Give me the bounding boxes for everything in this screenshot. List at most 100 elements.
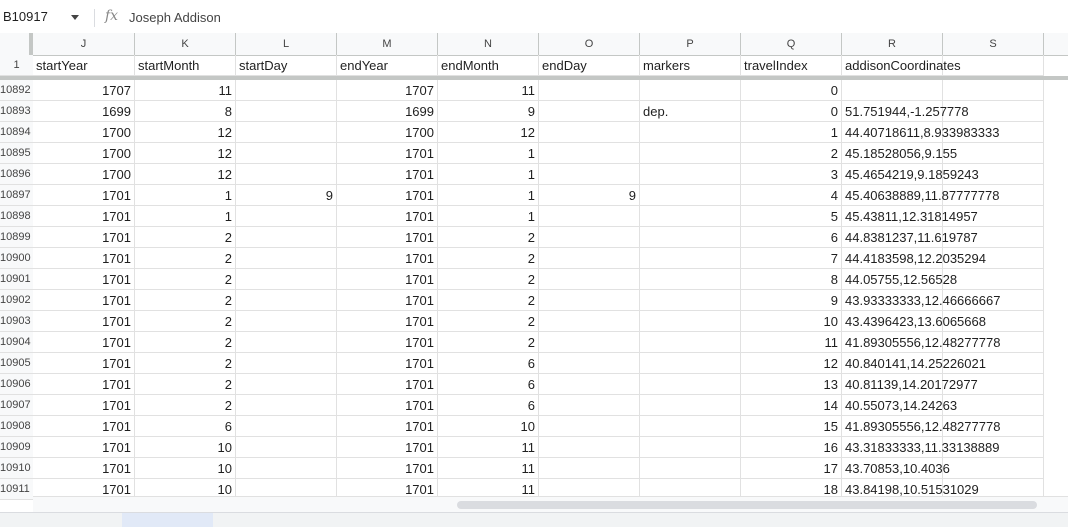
cell[interactable]: 1701 xyxy=(33,269,135,290)
cell[interactable]: 1 xyxy=(438,143,539,164)
formula-input[interactable]: Joseph Addison xyxy=(129,10,221,25)
cell[interactable] xyxy=(943,395,1044,416)
cell[interactable] xyxy=(236,458,337,479)
cell[interactable]: 2 xyxy=(135,248,236,269)
cell[interactable] xyxy=(236,101,337,122)
cell[interactable]: 41.89305556,12.48277778 xyxy=(842,332,1000,353)
cell[interactable] xyxy=(640,227,741,248)
cell[interactable] xyxy=(640,332,741,353)
cell[interactable]: 1707 xyxy=(337,80,438,101)
cell[interactable]: 2 xyxy=(438,227,539,248)
cell[interactable]: 1 xyxy=(438,185,539,206)
cell[interactable]: 1701 xyxy=(33,332,135,353)
cell[interactable]: 1 xyxy=(741,122,842,143)
cell[interactable]: 44.4183598,12.2035294 xyxy=(842,248,986,269)
cell[interactable] xyxy=(640,185,741,206)
header-cell[interactable]: startYear xyxy=(33,55,135,76)
cell[interactable]: 9 xyxy=(438,101,539,122)
cell[interactable] xyxy=(236,269,337,290)
row-header[interactable]: 10895 xyxy=(0,143,33,164)
cell[interactable]: 2 xyxy=(741,143,842,164)
cell[interactable]: 5 xyxy=(741,206,842,227)
cell[interactable]: 11 xyxy=(741,332,842,353)
row-header[interactable]: 10904 xyxy=(0,332,33,353)
cell[interactable]: 40.55073,14.24263 xyxy=(842,395,957,416)
cell[interactable] xyxy=(640,206,741,227)
cell[interactable] xyxy=(539,143,640,164)
cell[interactable]: 10 xyxy=(741,311,842,332)
row-header[interactable]: 10898 xyxy=(0,206,33,227)
cell[interactable] xyxy=(236,122,337,143)
cell[interactable]: 2 xyxy=(438,332,539,353)
cell[interactable]: 13 xyxy=(741,374,842,395)
cell[interactable] xyxy=(539,374,640,395)
cell[interactable] xyxy=(943,248,1044,269)
cell[interactable]: 43.70853,10.4036 xyxy=(842,458,950,479)
cell[interactable] xyxy=(236,206,337,227)
cell[interactable] xyxy=(943,458,1044,479)
cell[interactable] xyxy=(943,374,1044,395)
cell[interactable] xyxy=(943,227,1044,248)
cell[interactable]: 9 xyxy=(741,290,842,311)
chevron-down-icon[interactable] xyxy=(71,15,79,20)
cell[interactable] xyxy=(842,80,943,101)
cell[interactable]: 1 xyxy=(135,206,236,227)
cell[interactable]: 6 xyxy=(741,227,842,248)
horizontal-scrollbar[interactable] xyxy=(33,496,1068,513)
cell[interactable]: 10 xyxy=(135,458,236,479)
cell[interactable]: 6 xyxy=(135,416,236,437)
cell[interactable]: 41.89305556,12.48277778 xyxy=(842,416,1000,437)
cell[interactable] xyxy=(640,374,741,395)
cell[interactable]: 45.18528056,9.155 xyxy=(842,143,957,164)
cell[interactable]: 12 xyxy=(135,164,236,185)
row-header[interactable]: 10894 xyxy=(0,122,33,143)
cell[interactable]: 8 xyxy=(135,101,236,122)
row-header[interactable]: 10907 xyxy=(0,395,33,416)
cell[interactable]: 15 xyxy=(741,416,842,437)
cell[interactable] xyxy=(943,101,1044,122)
row-header[interactable]: 10905 xyxy=(0,353,33,374)
header-cell[interactable]: travelIndex xyxy=(741,55,842,76)
cell[interactable]: 1699 xyxy=(337,101,438,122)
cell[interactable]: 2 xyxy=(135,332,236,353)
cell[interactable] xyxy=(236,374,337,395)
cell[interactable] xyxy=(943,290,1044,311)
row-header[interactable]: 10893 xyxy=(0,101,33,122)
cell[interactable]: 1 xyxy=(438,164,539,185)
cell[interactable]: 1701 xyxy=(33,437,135,458)
cell[interactable]: 1700 xyxy=(33,143,135,164)
cell[interactable]: 6 xyxy=(438,353,539,374)
cell[interactable]: 1701 xyxy=(337,185,438,206)
cell[interactable]: 2 xyxy=(135,395,236,416)
column-header-s[interactable]: S xyxy=(943,33,1044,55)
cell[interactable]: 3 xyxy=(741,164,842,185)
cell[interactable] xyxy=(640,437,741,458)
column-header-q[interactable]: Q xyxy=(741,33,842,55)
cell[interactable]: 6 xyxy=(438,395,539,416)
cell[interactable] xyxy=(640,311,741,332)
column-header-o[interactable]: O xyxy=(539,33,640,55)
cell[interactable]: 43.93333333,12.46666667 xyxy=(842,290,1000,311)
cell[interactable] xyxy=(640,122,741,143)
cell[interactable]: 1701 xyxy=(33,290,135,311)
cell[interactable] xyxy=(236,80,337,101)
cell[interactable]: 11 xyxy=(438,437,539,458)
name-box[interactable]: B10917 xyxy=(3,9,48,24)
cell[interactable]: 0 xyxy=(741,101,842,122)
row-header[interactable]: 10902 xyxy=(0,290,33,311)
header-cell[interactable]: markers xyxy=(640,55,741,76)
cell[interactable]: 14 xyxy=(741,395,842,416)
cell[interactable]: 1701 xyxy=(337,458,438,479)
cell[interactable] xyxy=(640,290,741,311)
cell[interactable] xyxy=(640,248,741,269)
cell[interactable] xyxy=(539,164,640,185)
cell[interactable]: 1701 xyxy=(337,353,438,374)
cell[interactable]: 1701 xyxy=(33,458,135,479)
cell[interactable] xyxy=(539,269,640,290)
cell[interactable] xyxy=(640,416,741,437)
cell[interactable] xyxy=(539,311,640,332)
cell[interactable] xyxy=(236,227,337,248)
cell[interactable]: 1 xyxy=(438,206,539,227)
cell[interactable] xyxy=(943,416,1044,437)
cell[interactable] xyxy=(539,395,640,416)
